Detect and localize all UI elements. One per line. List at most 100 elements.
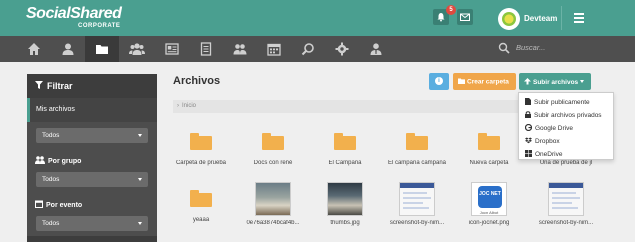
user-icon [62, 43, 74, 55]
folder-item[interactable]: Nueva carpeta [453, 133, 525, 166]
folder-icon [478, 133, 500, 150]
group-filter-select[interactable]: Todos [36, 172, 148, 187]
group-icon [35, 156, 45, 164]
create-folder-label: Crear carpeta [467, 78, 509, 86]
folder-icon [190, 133, 212, 150]
folder-name: yeaaa [192, 217, 210, 223]
bell-icon [437, 13, 445, 22]
folder-icon [190, 190, 212, 207]
breadcrumb: › Inicio [173, 100, 518, 113]
group-filter-value: Todos [42, 176, 60, 183]
envelope-icon [460, 13, 470, 21]
sidebar-item-my-files[interactable]: Mis archivos [27, 98, 157, 122]
menu-item-label: Dropbox [535, 138, 560, 145]
menu-item-google-drive[interactable]: Google Drive [524, 123, 573, 132]
folder-item[interactable]: yeaaa [165, 190, 237, 223]
folder-name: El Campana [328, 160, 362, 166]
file-item[interactable]: thumbs.jpg [309, 182, 381, 226]
group-icon [129, 43, 145, 55]
nav-files[interactable] [85, 36, 119, 62]
header-divider [561, 6, 562, 30]
logo-sub-text: CORPORATE [78, 23, 121, 29]
hamburger-menu-icon[interactable] [574, 13, 584, 25]
windows-icon [525, 150, 532, 157]
jocnet-logo-caption: Jocn Albot [479, 210, 499, 215]
by-event-label: Por evento [35, 200, 82, 209]
upload-dropdown-menu: Subir publicamente Subir archivos privad… [518, 92, 614, 160]
file-item[interactable]: JOC NET Jocn Albot icon-jocnet.png [453, 182, 525, 226]
info-button[interactable]: i [429, 73, 449, 90]
search-bar-icon[interactable] [498, 42, 510, 54]
folder-icon [334, 133, 356, 150]
search-input[interactable]: Buscar... [516, 43, 545, 52]
nav-forms[interactable] [189, 36, 223, 62]
file-name: screenshot-by-nim... [538, 220, 594, 226]
calendar-icon [267, 43, 281, 56]
by-event-text: Por evento [46, 202, 83, 209]
file-icon [525, 98, 531, 105]
nav-admin[interactable] [359, 36, 393, 62]
nav-directory[interactable] [155, 36, 189, 62]
file-name: screenshot-by-nim... [389, 220, 445, 226]
avatar [498, 8, 520, 30]
gear-icon [335, 42, 349, 56]
event-filter-select[interactable]: Todos [36, 216, 148, 231]
notification-count-badge: 5 [446, 5, 456, 15]
folder-name: Docs con rené [253, 160, 293, 166]
google-icon [524, 123, 533, 132]
nav-profile[interactable] [51, 36, 85, 62]
folder-item[interactable]: Carpeta de prueba [165, 133, 237, 166]
menu-item-onedrive[interactable]: OneDrive [525, 150, 562, 158]
file-name: icon-jocnet.png [468, 220, 510, 226]
create-folder-button[interactable]: Crear carpeta [453, 73, 516, 90]
filter-title-text: Filtrar [47, 81, 73, 91]
logo-thumbnail: JOC NET Jocn Albot [471, 182, 507, 216]
folder-item[interactable]: El Campana [309, 133, 381, 166]
folder-name: Una de prueba de jl [539, 160, 593, 166]
filter-icon [35, 81, 43, 89]
chevron-down-icon [138, 178, 142, 181]
nav-search[interactable] [291, 36, 325, 62]
upload-files-button[interactable]: Subir archivos [519, 73, 591, 90]
nav-calendar[interactable] [257, 36, 291, 62]
nav-contacts[interactable] [223, 36, 257, 62]
folder-item[interactable]: Docs con rené [237, 133, 309, 166]
folder-item[interactable]: El campana campaná [381, 133, 453, 166]
search-icon [301, 43, 314, 56]
file-name: thumbs.jpg [330, 220, 360, 226]
by-group-label: Por grupo [35, 156, 81, 165]
messages-button[interactable] [457, 9, 473, 25]
chevron-down-icon [138, 222, 142, 225]
folder-name: El campana campaná [387, 160, 447, 166]
file-item[interactable]: screenshot-by-nim... [530, 182, 602, 226]
photo-thumbnail [327, 182, 363, 216]
user-name: Devteam [524, 14, 558, 23]
files-filter-value: Todos [42, 132, 60, 139]
folder-icon [458, 78, 465, 84]
list-icon [200, 42, 212, 56]
id-card-icon [165, 43, 179, 55]
files-filter-select[interactable]: Todos [36, 128, 148, 143]
filter-title: Filtrar [27, 74, 157, 98]
menu-item-dropbox[interactable]: Dropbox [525, 137, 560, 145]
breadcrumb-separator-icon: › [177, 103, 179, 109]
nav-groups[interactable] [119, 36, 153, 62]
info-icon: i [435, 77, 443, 85]
file-name: 0e76a3874bcaf4b... [246, 220, 300, 226]
folder-name: Carpeta de prueba [175, 160, 227, 166]
nav-settings[interactable] [325, 36, 359, 62]
chevron-down-icon [138, 134, 142, 137]
folder-icon [262, 133, 284, 150]
by-group-text: Por grupo [48, 158, 82, 165]
nav-home[interactable] [17, 36, 51, 62]
menu-item-upload-private[interactable]: Subir archivos privados [525, 111, 602, 119]
menu-item-label: Google Drive [535, 125, 573, 132]
breadcrumb-home-link[interactable]: Inicio [182, 103, 196, 109]
page-title: Archivos [173, 75, 221, 87]
menu-item-upload-public[interactable]: Subir publicamente [525, 98, 590, 106]
photo-thumbnail [255, 182, 291, 216]
jocnet-logo-text: JOC NET [478, 186, 502, 208]
file-item[interactable]: screenshot-by-nim... [381, 182, 453, 226]
file-item[interactable]: 0e76a3874bcaf4b... [237, 182, 309, 226]
app-logo[interactable]: SocialShared CORPORATE [26, 6, 122, 30]
